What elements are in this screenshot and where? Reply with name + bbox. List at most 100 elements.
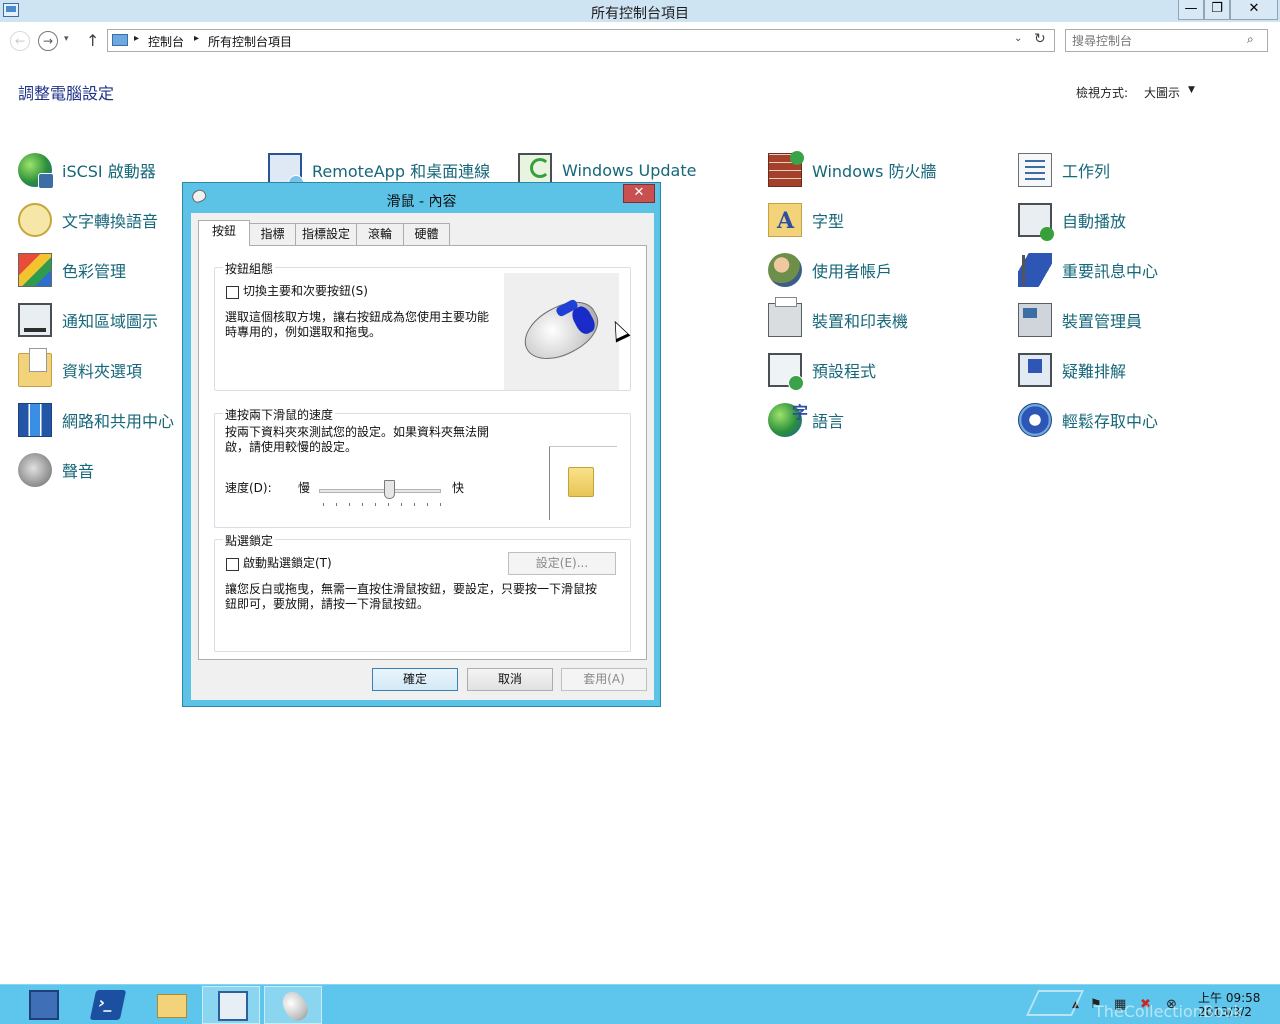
cp-item-windows-firewall[interactable]: Windows 防火牆 [768, 151, 937, 188]
group-title: 點選鎖定 [223, 532, 276, 549]
cp-item-fonts[interactable]: 字型 [768, 202, 844, 238]
minimize-button[interactable]: — [1178, 0, 1204, 20]
cp-item-label: 資料夾選項 [62, 362, 143, 381]
cp-item-label: 文字轉換語音 [62, 212, 159, 231]
tab-buttons[interactable]: 按鈕 [198, 220, 250, 246]
navigation-bar: ← → ▾ ↑ ▸ 控制台 ▸ 所有控制台項目 ⌄ ↻ ⌕ [0, 22, 1280, 60]
search-input[interactable] [1072, 32, 1242, 49]
color-palette-icon [18, 253, 52, 287]
cp-item-default-programs[interactable]: 預設程式 [768, 352, 876, 391]
cp-item-label: 裝置和印表機 [812, 312, 909, 331]
view-by-chevron-down-icon[interactable]: ▼ [1188, 85, 1195, 95]
clicklock-label[interactable]: 啟動點選鎖定(T) [243, 556, 332, 571]
tab-pointer-options[interactable]: 指標設定 [295, 223, 357, 245]
tab-hardware[interactable]: 硬體 [403, 223, 450, 245]
cp-item-iscsi-initiator[interactable]: iSCSI 啟動器 [18, 152, 156, 189]
view-by-dropdown[interactable]: 大圖示 [1144, 84, 1180, 101]
switch-buttons-label[interactable]: 切換主要和次要按鈕(S) [243, 284, 368, 299]
mouse-icon [277, 987, 313, 1024]
powershell-icon [89, 990, 127, 1020]
cp-item-taskbar[interactable]: 工作列 [1018, 152, 1110, 188]
cp-item-label: 疑難排解 [1062, 362, 1127, 381]
font-icon [768, 203, 802, 237]
address-dropdown-chevron-down-icon[interactable]: ⌄ [1014, 33, 1022, 44]
taskbar-server-manager[interactable] [14, 986, 72, 1024]
cp-item-user-accounts[interactable]: 使用者帳戶 [768, 252, 892, 288]
cp-item-sound[interactable]: 聲音 [18, 452, 94, 488]
double-click-speed-group: 連按兩下滑鼠的速度 按兩下資料夾來測試您的設定。如果資料夾無法開 啟，請使用較慢… [214, 406, 631, 528]
ok-button[interactable]: 確定 [372, 668, 458, 691]
address-bar[interactable]: ▸ 控制台 ▸ 所有控制台項目 ⌄ ↻ [107, 29, 1055, 52]
taskbar-file-explorer[interactable] [142, 986, 200, 1024]
cp-item-folder-options[interactable]: 資料夾選項 [18, 348, 143, 388]
ease-of-access-icon [1018, 403, 1052, 437]
action-center-flag-icon [1018, 253, 1052, 287]
taskbar-control-panel[interactable] [202, 986, 260, 1024]
cp-item-autoplay[interactable]: 自動播放 [1018, 202, 1126, 241]
recent-locations-chevron-down-icon[interactable]: ▾ [64, 34, 69, 44]
up-button[interactable]: ↑ [86, 31, 99, 50]
cp-item-label: 重要訊息中心 [1062, 262, 1159, 281]
tab-pointers[interactable]: 指標 [249, 223, 296, 245]
refresh-icon[interactable]: ↻ [1034, 31, 1046, 47]
cancel-button[interactable]: 取消 [467, 668, 553, 691]
cp-item-label: Windows Update [562, 160, 697, 180]
search-icon[interactable]: ⌕ [1247, 32, 1254, 47]
slider-tick [323, 503, 324, 506]
breadcrumb-all-items[interactable]: 所有控制台項目 [208, 33, 292, 50]
window-title: 所有控制台項目 [591, 6, 689, 22]
clicklock-settings-button[interactable]: 設定(E)... [508, 552, 616, 575]
cp-item-devices-printers[interactable]: 裝置和印表機 [768, 297, 909, 338]
cp-item-language[interactable]: 語言 [768, 399, 844, 438]
cp-item-troubleshooting[interactable]: 疑難排解 [1018, 352, 1126, 388]
default-programs-icon [768, 353, 804, 391]
speed-slider-track[interactable] [319, 489, 441, 493]
cp-item-label: 裝置管理員 [1062, 312, 1143, 331]
breadcrumb-control-panel[interactable]: 控制台 [148, 33, 184, 50]
slider-tick [414, 503, 415, 506]
clicklock-checkbox[interactable] [226, 558, 239, 571]
notification-monitor-icon [18, 303, 52, 337]
globe-shield-icon [18, 153, 54, 189]
taskbar: ▲ ⚑ ▦ ✖ ⊗ 上午 09:58 2013/3/2 [0, 984, 1280, 1024]
tab-wheel[interactable]: 滾輪 [356, 223, 404, 245]
slow-label: 慢 [298, 481, 311, 495]
taskbar-mouse-properties[interactable] [264, 986, 322, 1024]
dialog-close-button[interactable]: ✕ [623, 184, 655, 203]
cp-item-network-sharing-center[interactable]: 網路和共用中心 [18, 402, 174, 438]
taskbar-powershell[interactable] [78, 986, 136, 1024]
breadcrumb-separator-icon[interactable]: ▸ [194, 33, 199, 44]
cp-item-ease-of-access[interactable]: 輕鬆存取中心 [1018, 402, 1158, 438]
cp-item-label: iSCSI 啟動器 [62, 162, 156, 181]
clicklock-description: 鈕即可，要放開，請按一下滑鼠按鈕。 [225, 597, 430, 611]
folder-options-icon [18, 348, 52, 387]
close-button[interactable]: ✕ [1230, 0, 1278, 20]
cp-item-label: 網路和共用中心 [62, 412, 175, 431]
language-icon [768, 399, 808, 437]
clicklock-description: 讓您反白或拖曳，無需一直按住滑鼠按鈕，要設定，只要按一下滑鼠按 [225, 582, 598, 596]
forward-button[interactable]: → [38, 31, 58, 51]
watermark-text: TheCollectionBook [1094, 1002, 1243, 1021]
cp-item-device-manager[interactable]: 裝置管理員 [1018, 302, 1142, 338]
server-manager-icon [29, 990, 59, 1020]
search-box[interactable]: ⌕ [1065, 29, 1268, 52]
back-button[interactable]: ← [10, 31, 30, 51]
speed-label: 速度(D): [225, 481, 272, 495]
cp-item-action-center[interactable]: 重要訊息中心 [1018, 252, 1158, 288]
cp-item-label: 工作列 [1062, 162, 1111, 181]
network-icon [18, 403, 52, 437]
restore-button[interactable]: ❐ [1204, 0, 1230, 20]
speed-slider-thumb[interactable] [384, 480, 395, 499]
test-folder-area[interactable] [549, 446, 617, 520]
test-folder-icon[interactable] [568, 467, 594, 497]
apply-button[interactable]: 套用(A) [561, 668, 647, 691]
double-click-description: 啟，請使用較慢的設定。 [225, 440, 358, 454]
cp-item-text-to-speech[interactable]: 文字轉換語音 [18, 202, 158, 238]
tab-panel-buttons: 按鈕組態 切換主要和次要按鈕(S) 選取這個核取方塊，讓右按鈕成為您使用主要功能… [198, 245, 647, 660]
breadcrumb-separator-icon[interactable]: ▸ [134, 33, 139, 44]
cp-item-color-management[interactable]: 色彩管理 [18, 252, 126, 288]
device-manager-icon [1018, 303, 1052, 337]
users-icon [768, 253, 802, 287]
switch-buttons-checkbox[interactable] [226, 286, 239, 299]
cp-item-notification-area-icons[interactable]: 通知區域圖示 [18, 302, 158, 338]
